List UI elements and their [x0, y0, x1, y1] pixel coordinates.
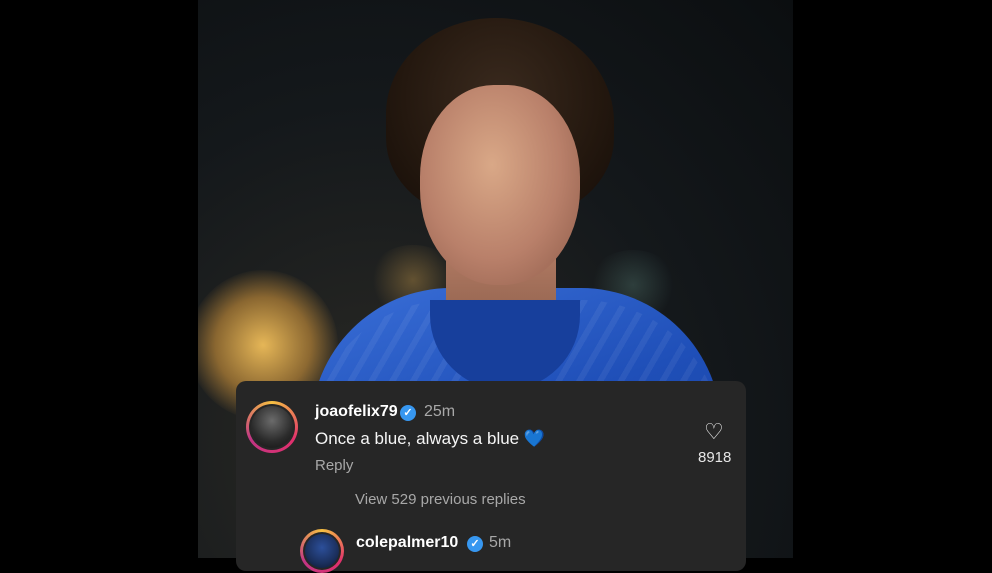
like-count: 8918 — [698, 449, 732, 466]
reply-button[interactable]: Reply — [315, 457, 353, 474]
comment-username[interactable]: colepalmer10 — [356, 534, 458, 552]
player-face — [420, 85, 580, 285]
heart-outline-icon[interactable]: ♡ — [704, 421, 724, 443]
avatar-image — [251, 406, 293, 448]
comment-timestamp: 25m — [424, 403, 456, 420]
avatar-image — [305, 534, 339, 568]
comment-text-body: Once a blue, always a blue — [315, 429, 520, 448]
comment-text: Once a blue, always a blue 💙 — [315, 429, 545, 449]
verified-badge-icon: ✓ — [467, 536, 483, 552]
comment-timestamp: 5m — [489, 534, 512, 551]
avatar[interactable] — [246, 401, 298, 453]
view-previous-replies[interactable]: View 529 previous replies — [355, 491, 526, 508]
comment-card: joaofelix79 ✓ 25m Once a blue, always a … — [236, 381, 746, 573]
comment-username[interactable]: joaofelix79 — [315, 403, 398, 421]
blue-heart-emoji: 💙 — [523, 429, 546, 448]
avatar[interactable] — [300, 529, 344, 573]
verified-badge-icon: ✓ — [400, 405, 416, 421]
